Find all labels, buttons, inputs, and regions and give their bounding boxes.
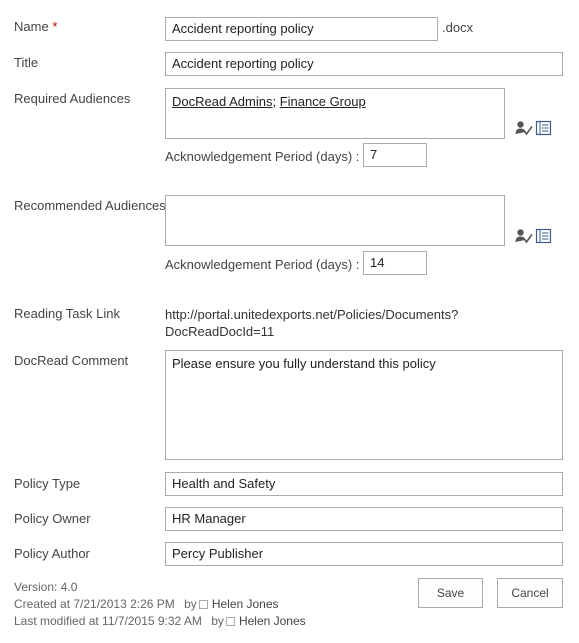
recommended-ack-period-label: Acknowledgement Period (days) :: [165, 257, 360, 272]
presence-icon: [225, 617, 235, 627]
modified-line: Last modified at 11/7/2015 9:32 AM by Hel…: [14, 614, 306, 628]
save-button[interactable]: Save: [418, 578, 483, 608]
required-audiences-label: Required Audiences: [14, 91, 131, 106]
created-text: Created at 7/21/2013 2:26 PM: [14, 597, 175, 611]
policy-author-input[interactable]: Percy Publisher: [165, 542, 563, 566]
check-names-icon[interactable]: [515, 228, 533, 244]
policy-author-label: Policy Author: [14, 546, 90, 561]
resolved-person-finance-group[interactable]: Finance Group: [280, 94, 366, 109]
docread-comment-textarea[interactable]: Please ensure you fully understand this …: [165, 350, 563, 460]
modified-by-person[interactable]: Helen Jones: [239, 614, 306, 628]
check-names-icon[interactable]: [515, 120, 533, 136]
docread-comment-label: DocRead Comment: [14, 353, 129, 368]
created-by-person[interactable]: Helen Jones: [212, 597, 279, 611]
policy-owner-label: Policy Owner: [14, 511, 91, 526]
modified-by-prefix: by: [211, 614, 224, 628]
address-book-icon[interactable]: [535, 120, 553, 136]
reading-task-link-label: Reading Task Link: [14, 306, 120, 321]
modified-text: Last modified at 11/7/2015 9:32 AM: [14, 614, 202, 628]
required-marker: *: [52, 19, 58, 34]
people-separator: ;: [272, 94, 277, 109]
required-audiences-picker[interactable]: DocRead Admins; Finance Group: [165, 88, 505, 139]
cancel-button[interactable]: Cancel: [497, 578, 563, 608]
recommended-audiences-picker[interactable]: [165, 195, 505, 246]
reading-task-link-value: http://portal.unitedexports.net/Policies…: [165, 306, 458, 340]
file-extension: .docx: [442, 20, 474, 35]
policy-type-input[interactable]: Health and Safety: [165, 472, 563, 496]
presence-icon: [198, 600, 208, 610]
recommended-ack-period-input[interactable]: 14: [363, 251, 427, 275]
required-ack-period-label: Acknowledgement Period (days) :: [165, 149, 360, 164]
created-line: Created at 7/21/2013 2:26 PM by Helen Jon…: [14, 597, 279, 611]
required-ack-period-input[interactable]: 7: [363, 143, 427, 167]
name-input[interactable]: Accident reporting policy: [165, 17, 438, 41]
address-book-icon[interactable]: [535, 228, 553, 244]
created-by-prefix: by: [184, 597, 197, 611]
reading-task-link-line1: http://portal.unitedexports.net/Policies…: [165, 307, 459, 322]
title-input[interactable]: Accident reporting policy: [165, 52, 563, 76]
title-label: Title: [14, 55, 39, 70]
policy-type-label: Policy Type: [14, 476, 81, 491]
version-text: Version: 4.0: [14, 580, 78, 594]
reading-task-link-line2: DocReadDocId=11: [165, 324, 275, 339]
resolved-person-docread-admins[interactable]: DocRead Admins: [172, 94, 272, 109]
recommended-audiences-label: Recommended Audiences: [14, 198, 166, 213]
name-label-text: Name: [14, 19, 49, 34]
policy-owner-input[interactable]: HR Manager: [165, 507, 563, 531]
name-label: Name *: [14, 19, 57, 34]
